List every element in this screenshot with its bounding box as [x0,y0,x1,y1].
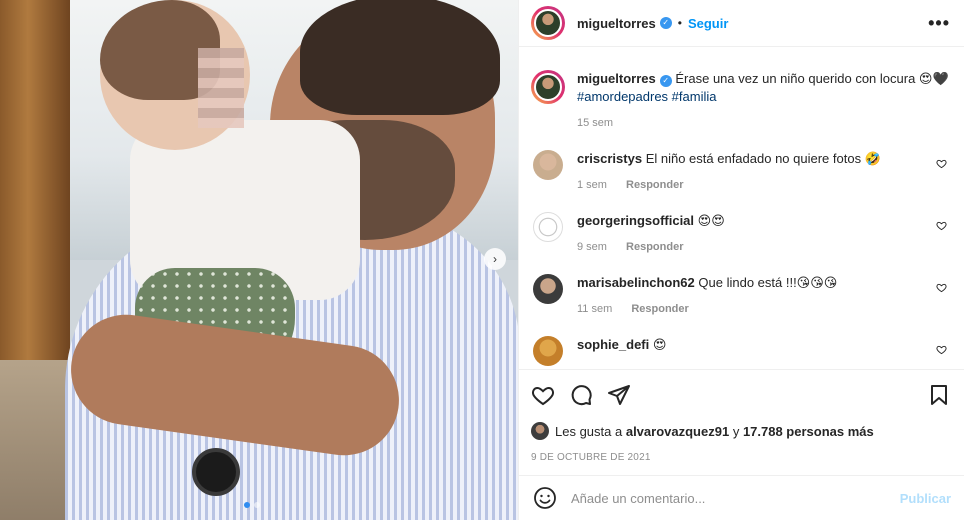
comment-body: criscristys El niño está enfadado no qui… [577,150,881,194]
bookmark-icon[interactable] [927,383,951,407]
comment-text: 😍😍 [697,213,725,228]
comment-meta: 1 sem Responder [577,176,881,194]
caption-time[interactable]: 15 sem [577,117,613,129]
avatar[interactable] [533,150,563,180]
comment-body: georgeringsofficial 😍😍 9 sem Responder [577,212,725,256]
caption-meta: 15 sem [577,114,949,132]
avatar[interactable] [533,274,563,304]
share-paper-plane-icon[interactable] [607,383,631,407]
comment-input[interactable] [571,490,900,506]
chevron-right-icon[interactable]: › [484,248,506,270]
comment-time[interactable]: 9 sem [577,241,607,253]
smiley-icon[interactable] [533,486,557,510]
comments-list[interactable]: migueltorres ✓ Érase una vez un niño quer… [519,48,964,368]
avatar [534,73,562,101]
add-comment-bar: Publicar [519,475,964,520]
more-horizontal-icon[interactable]: ••• [928,13,950,34]
avatar[interactable] [531,422,549,440]
comment-item: criscristys El niño está enfadado no qui… [531,150,951,194]
comment-username[interactable]: sophie_defi [577,337,649,352]
heart-icon[interactable] [936,344,947,355]
comment-bubble-icon[interactable] [569,383,593,407]
comment-item: georgeringsofficial 😍😍 9 sem Responder [531,212,951,256]
caption-body: migueltorres ✓ Érase una vez un niño quer… [577,70,949,132]
avatar[interactable] [533,212,563,242]
reply-button[interactable]: Responder [626,241,683,253]
photo-face-blur [198,48,244,128]
comment-meta: 11 sem Responder [577,300,837,318]
comment-body: sophie_defi 😍 [577,336,666,366]
heart-icon[interactable] [936,220,947,231]
comment-body: marisabelinchon62 Que lindo está !!!😘😘😘 … [577,274,837,318]
comment-username[interactable]: georgeringsofficial [577,213,694,228]
photo-man-hair [300,0,500,115]
comment-text: El niño está enfadado no quiere fotos 🤣 [645,151,881,166]
comment-item: marisabelinchon62 Que lindo está !!!😘😘😘 … [531,274,951,318]
reply-button[interactable]: Responder [631,303,688,315]
reply-button[interactable]: Responder [626,179,683,191]
carousel-dot [254,502,260,508]
avatar[interactable] [533,336,563,366]
photo-watch [192,448,240,496]
verified-badge-icon: ✓ [659,75,672,87]
caption-avatar[interactable] [531,70,565,104]
caption-hashtags[interactable]: #amordepadres #familia [577,89,716,104]
verified-badge-icon: ✓ [659,17,672,29]
post-header: migueltorres ✓ • Seguir ••• [519,0,964,47]
post-panel: migueltorres ✓ • Seguir ••• migueltorres… [518,0,964,520]
comment-text: Que lindo está !!!😘😘😘 [698,275,838,290]
carousel-dot-active [244,502,250,508]
comment-item: sophie_defi 😍 [531,336,951,366]
likes-count[interactable]: 17.788 personas más [743,424,874,439]
carousel-dots [244,502,260,508]
comment-username[interactable]: marisabelinchon62 [577,275,695,290]
likes-middle: y [732,423,740,439]
caption-text: Érase una vez un niño querido con locura… [675,71,949,86]
heart-icon[interactable] [936,282,947,293]
heart-icon[interactable] [936,158,947,169]
likes-summary: Les gusta a alvarovazquez91 y 17.788 per… [531,422,951,440]
avatar [534,9,562,37]
publish-button[interactable]: Publicar [900,491,951,506]
header-separator: • [677,16,682,30]
caption-username[interactable]: migueltorres [577,71,656,86]
post-actions: Les gusta a alvarovazquez91 y 17.788 per… [519,369,964,463]
likes-prefix: Les gusta a [555,423,623,439]
comment-time[interactable]: 1 sem [577,179,607,191]
comment-text: 😍 [652,337,667,352]
action-row [531,382,951,408]
post-date[interactable]: 9 DE OCTUBRE DE 2021 [531,452,951,463]
header-avatar[interactable] [531,6,565,40]
follow-button[interactable]: Seguir [688,16,728,31]
like-heart-icon[interactable] [531,383,555,407]
comment-time[interactable]: 11 sem [577,303,612,315]
comment-username[interactable]: criscristys [577,151,642,166]
post-photo[interactable]: › [0,0,518,520]
header-username[interactable]: migueltorres [577,16,656,31]
comment-meta: 9 sem Responder [577,238,725,256]
post-caption: migueltorres ✓ Érase una vez un niño quer… [531,70,951,132]
likes-user[interactable]: alvarovazquez91 [626,424,729,439]
